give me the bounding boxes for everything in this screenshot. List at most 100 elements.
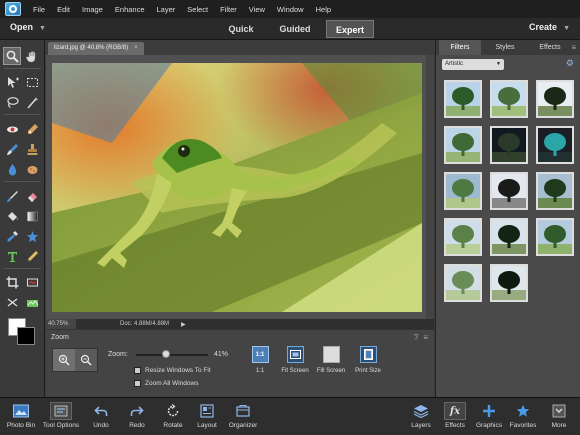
menu-edit[interactable]: Edit xyxy=(51,5,76,14)
panel-menu-icon[interactable]: ≡ xyxy=(423,333,428,342)
checkbox-box[interactable] xyxy=(134,380,141,387)
brush-tool-icon[interactable] xyxy=(3,187,21,205)
tool-options-button[interactable]: Tool Options xyxy=(42,402,80,429)
tab-effects[interactable]: Effects xyxy=(529,40,571,55)
create-button[interactable]: Create ▼ xyxy=(529,22,570,32)
effects-button[interactable]: fx Effects xyxy=(436,402,474,429)
menu-file[interactable]: File xyxy=(27,5,51,14)
more-button[interactable]: More xyxy=(540,402,578,429)
photo-bin-button[interactable]: Photo Bin xyxy=(2,402,40,429)
content-aware-move-icon[interactable] xyxy=(23,293,41,311)
hand-tool-icon[interactable] xyxy=(23,47,41,65)
move-tool-icon[interactable] xyxy=(3,73,21,91)
open-button[interactable]: Open ▼ xyxy=(10,22,46,32)
custom-shape-icon[interactable] xyxy=(23,227,41,245)
menu-window[interactable]: Window xyxy=(271,5,310,14)
menu-enhance[interactable]: Enhance xyxy=(109,5,151,14)
filter-category-select[interactable]: Artistic ▼ xyxy=(442,59,504,70)
organizer-button[interactable]: Organizer xyxy=(224,402,262,429)
fill-screen-button[interactable]: Fill Screen xyxy=(311,346,351,374)
favorites-button[interactable]: Favorites xyxy=(504,402,542,429)
rotate-button[interactable]: Rotate xyxy=(154,402,192,429)
one-to-one-button[interactable]: 1:1 1:1 xyxy=(240,346,280,374)
filter-thumbnail[interactable] xyxy=(490,172,528,210)
close-icon[interactable]: × xyxy=(134,45,138,51)
filter-thumbnail[interactable] xyxy=(490,264,528,302)
tab-styles[interactable]: Styles xyxy=(484,40,526,55)
zoom-percent-value[interactable]: 41% xyxy=(214,351,228,358)
zoom-all-windows-checkbox[interactable]: Zoom All Windows xyxy=(134,380,198,387)
status-zoom-value[interactable]: 40.75% xyxy=(46,319,76,329)
zoom-out-icon[interactable] xyxy=(75,349,97,371)
resize-windows-label: Resize Windows To Fit xyxy=(145,367,211,374)
gradient-tool-icon[interactable] xyxy=(23,207,41,225)
menu-layer[interactable]: Layer xyxy=(151,5,182,14)
filter-thumbnail[interactable] xyxy=(536,126,574,164)
menu-help[interactable]: Help xyxy=(310,5,337,14)
tab-quick[interactable]: Quick xyxy=(216,20,266,38)
blur-tool-icon[interactable] xyxy=(3,160,21,178)
fit-screen-button[interactable]: Fit Screen xyxy=(275,346,315,374)
marquee-tool-icon[interactable] xyxy=(23,73,41,91)
recompose-tool-icon[interactable] xyxy=(23,273,41,291)
filter-thumbnail[interactable] xyxy=(490,126,528,164)
menu-image[interactable]: Image xyxy=(76,5,109,14)
panel-menu-icon[interactable]: ≡ xyxy=(571,43,576,52)
zoom-slider[interactable] xyxy=(136,350,208,358)
sponge-tool-icon[interactable] xyxy=(23,160,41,178)
crop-tool-icon[interactable] xyxy=(3,273,21,291)
help-icon[interactable]: ? xyxy=(414,333,418,342)
filter-thumbnail[interactable] xyxy=(490,80,528,118)
tool-options-title: Zoom xyxy=(51,334,69,341)
redo-label: Redo xyxy=(129,422,145,429)
tab-filters[interactable]: Filters xyxy=(439,40,481,55)
magic-wand-icon[interactable] xyxy=(23,93,41,111)
layout-button[interactable]: Layout xyxy=(188,402,226,429)
pencil-tool-icon[interactable] xyxy=(23,247,41,265)
layers-button[interactable]: Layers xyxy=(402,402,440,429)
filter-thumbnail[interactable] xyxy=(444,172,482,210)
spot-healing-icon[interactable] xyxy=(23,120,41,138)
clone-stamp-icon[interactable] xyxy=(23,140,41,158)
zoom-tool-icon[interactable] xyxy=(3,47,21,65)
gear-icon[interactable]: ⚙ xyxy=(566,58,574,69)
checkbox-box[interactable] xyxy=(134,367,141,374)
undo-button[interactable]: Undo xyxy=(82,402,120,429)
lizard-photo[interactable] xyxy=(52,63,422,312)
zoom-slider-thumb[interactable] xyxy=(161,350,170,358)
smart-brush-icon[interactable] xyxy=(3,140,21,158)
document-tab[interactable]: lizard.jpg @ 40.8% (RGB/8) × xyxy=(48,42,144,55)
red-eye-tool-icon[interactable] xyxy=(3,120,21,138)
panel-tabs: Filters Styles Effects xyxy=(436,40,580,55)
chevron-right-icon[interactable]: ▶ xyxy=(181,321,186,328)
eraser-tool-icon[interactable] xyxy=(23,187,41,205)
zoom-in-icon[interactable] xyxy=(53,349,75,371)
background-color-swatch[interactable] xyxy=(17,327,35,345)
tab-guided[interactable]: Guided xyxy=(270,20,320,38)
graphics-button[interactable]: Graphics xyxy=(470,402,508,429)
tool-options-panel: Zoom ? ≡ Zoom: 41% Resize Windows To Fit… xyxy=(46,329,434,397)
straighten-tool-icon[interactable] xyxy=(3,293,21,311)
menu-select[interactable]: Select xyxy=(181,5,214,14)
lasso-tool-icon[interactable] xyxy=(3,93,21,111)
filter-thumbnail[interactable] xyxy=(490,218,528,256)
canvas-vertical-scrollbar[interactable] xyxy=(426,55,434,319)
eyedropper-icon[interactable] xyxy=(3,227,21,245)
filter-thumbnail[interactable] xyxy=(536,172,574,210)
type-tool-icon[interactable] xyxy=(3,247,21,265)
menu-filter[interactable]: Filter xyxy=(214,5,243,14)
menu-view[interactable]: View xyxy=(243,5,271,14)
filter-thumbnail[interactable] xyxy=(444,264,482,302)
canvas-area[interactable] xyxy=(46,55,434,319)
paint-bucket-icon[interactable] xyxy=(3,207,21,225)
filter-thumbnail[interactable] xyxy=(536,80,574,118)
filter-thumbnail[interactable] xyxy=(444,218,482,256)
favorites-label: Favorites xyxy=(509,422,537,429)
tab-expert[interactable]: Expert xyxy=(326,20,374,38)
filter-thumbnail[interactable] xyxy=(536,218,574,256)
filter-thumbnail[interactable] xyxy=(444,126,482,164)
print-size-button[interactable]: Print Size xyxy=(348,346,388,374)
filter-thumbnail[interactable] xyxy=(444,80,482,118)
resize-windows-checkbox[interactable]: Resize Windows To Fit xyxy=(134,367,211,374)
redo-button[interactable]: Redo xyxy=(118,402,156,429)
